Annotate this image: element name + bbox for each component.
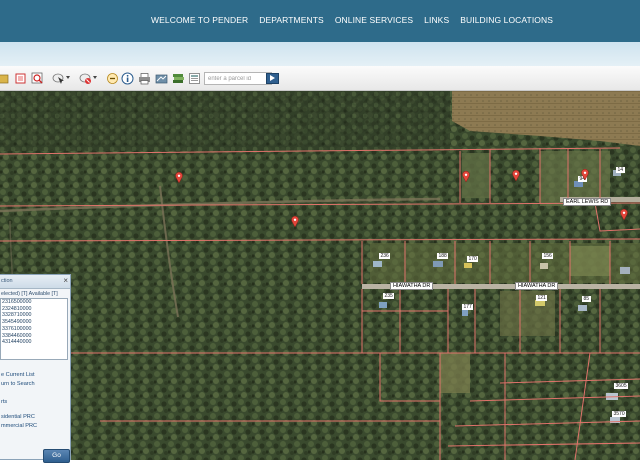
map-pin-icon[interactable]	[462, 171, 470, 182]
list-item[interactable]: 2324810000	[1, 306, 67, 313]
clear-dropdown-caret-icon[interactable]	[93, 76, 97, 79]
selection-panel: ction × elected) [T] Available [T] 23165…	[0, 274, 71, 463]
parcel-search-input[interactable]	[204, 72, 272, 85]
house-label: 188	[437, 253, 449, 259]
selection-panel-header: ction ×	[0, 275, 70, 289]
nav-item-links[interactable]: LINKS	[424, 15, 449, 25]
folder-icon[interactable]	[0, 72, 9, 85]
house-label: 156	[542, 253, 554, 259]
road-label-hiawatha-east: HIAWATHA DR	[515, 282, 559, 290]
map-toolbar	[0, 66, 640, 91]
map-pin-icon[interactable]	[291, 216, 299, 227]
list-item[interactable]: 4314440000	[1, 339, 67, 346]
aerial-map[interactable]: EARL LEWIS RD HIAWATHA DR HIAWATHA DR 23…	[0, 91, 640, 460]
house-label: 235	[383, 293, 395, 299]
house-label: 121	[536, 295, 548, 301]
header-band	[0, 42, 640, 66]
nav-item-departments[interactable]: DEPARTMENTS	[259, 15, 324, 25]
house-label: 14	[616, 167, 625, 173]
selected-parcels-list[interactable]: 2316500000 2324810000 3328710000 3545490…	[0, 298, 68, 360]
close-icon[interactable]: ×	[63, 276, 68, 286]
clear-selection-icon[interactable]	[79, 72, 92, 85]
go-button[interactable]: Go	[43, 449, 70, 463]
return-to-search-link[interactable]: urn to Search	[1, 381, 35, 387]
search-zoom-icon[interactable]	[31, 72, 44, 85]
info-icon[interactable]	[121, 72, 134, 85]
reports-link[interactable]: rts	[1, 399, 7, 405]
road-label-earl-lewis: EARL LEWIS RD	[563, 198, 612, 206]
map-pin-icon[interactable]	[175, 172, 183, 183]
commercial-prc-link[interactable]: mmercial PRC	[1, 423, 37, 429]
list-item[interactable]: 3376100000	[1, 326, 67, 333]
map-pin-icon[interactable]	[620, 209, 628, 220]
house-label: 85	[582, 296, 591, 302]
map-pin-icon[interactable]	[581, 169, 589, 180]
parcel-search-go-button[interactable]	[266, 73, 279, 84]
selection-panel-title: ction	[1, 278, 13, 284]
house-label: 3570	[612, 411, 627, 417]
save-current-list-link[interactable]: e Current List	[1, 372, 35, 378]
road-label-hiawatha-west: HIAWATHA DR	[390, 282, 434, 290]
aerial-imagery	[0, 91, 640, 460]
nav-item-online-services[interactable]: ONLINE SERVICES	[335, 15, 413, 25]
list-item[interactable]: 3328710000	[1, 312, 67, 319]
select-dropdown-caret-icon[interactable]	[66, 76, 70, 79]
select-icon[interactable]	[52, 72, 65, 85]
map-pin-icon[interactable]	[512, 170, 520, 181]
house-label: 177	[462, 304, 474, 310]
print-icon[interactable]	[138, 72, 151, 85]
measure-icon[interactable]	[155, 72, 168, 85]
nav-menu: WELCOME TO PENDER DEPARTMENTS ONLINE SER…	[151, 15, 564, 25]
list-item[interactable]: 3545490000	[1, 319, 67, 326]
list-item[interactable]: 3384460000	[1, 333, 67, 340]
house-label: 170	[467, 256, 479, 262]
house-label: 236	[379, 253, 391, 259]
residential-prc-link[interactable]: sidential PRC	[1, 414, 35, 420]
nav-item-welcome[interactable]: WELCOME TO PENDER	[151, 15, 248, 25]
export-icon[interactable]	[188, 72, 201, 85]
zoom-out-icon[interactable]	[106, 72, 119, 85]
layers-stack-icon[interactable]	[172, 72, 185, 85]
nav-item-building-locations[interactable]: BUILDING LOCATIONS	[460, 15, 553, 25]
layers-icon[interactable]	[14, 72, 27, 85]
top-navigation-bar: WELCOME TO PENDER DEPARTMENTS ONLINE SER…	[0, 0, 640, 42]
house-label: 3605	[614, 383, 629, 389]
list-item[interactable]: 2316500000	[1, 299, 67, 306]
selection-count-text: elected) [T] Available [T]	[1, 291, 58, 297]
